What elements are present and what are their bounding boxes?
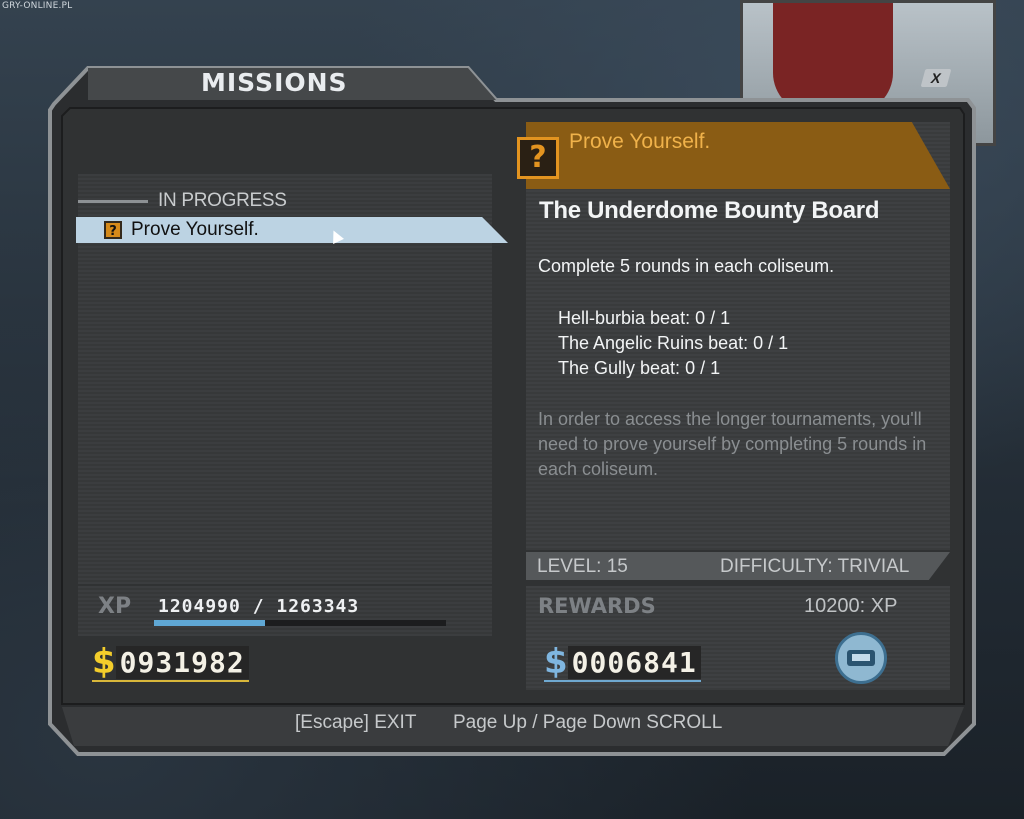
xp-separator: / xyxy=(240,596,277,617)
xp-label: XP xyxy=(98,594,132,619)
xp-progress-fill xyxy=(154,620,265,626)
mission-level: LEVEL: 15 xyxy=(537,556,628,577)
missions-window: MISSIONS X IN PROGRESS ? Prove Yourself.… xyxy=(48,64,976,760)
mission-task: The Angelic Ruins beat: 0 / 1 xyxy=(558,333,789,353)
mission-difficulty: DIFFICULTY: TRIVIAL xyxy=(720,556,910,577)
escape-exit-hint[interactable]: [Escape] EXIT xyxy=(295,712,416,734)
watermark: GRY-ONLINE.PL xyxy=(2,1,73,11)
scroll-hint: Page Up / Page Down SCROLL xyxy=(453,712,723,733)
mission-task: Hell-burbia beat: 0 / 1 xyxy=(558,308,731,328)
reward-money: $ 0006841 xyxy=(544,642,701,682)
reward-money-value: 0006841 xyxy=(567,645,701,679)
mission-title: Prove Yourself. xyxy=(569,130,711,153)
mission-question-icon: ? xyxy=(517,137,559,179)
xp-current: 1204990 xyxy=(158,596,241,617)
player-money-value: 0931982 xyxy=(115,645,249,679)
reward-xp: 10200: XP xyxy=(804,595,898,617)
window-title: MISSIONS xyxy=(201,68,348,97)
mission-task-list: Hell-burbia beat: 0 / 1 The Angelic Ruin… xyxy=(558,306,788,381)
player-money: $ 0931982 xyxy=(92,642,249,682)
dollar-icon: $ xyxy=(544,642,568,682)
mission-list-item[interactable]: ? Prove Yourself. xyxy=(76,217,508,243)
mission-giver: The Underdome Bounty Board xyxy=(539,197,880,224)
mission-objective: Complete 5 rounds in each coliseum. xyxy=(538,256,835,276)
mission-list-item-label: Prove Yourself. xyxy=(131,219,259,240)
in-progress-label: IN PROGRESS xyxy=(158,190,287,211)
xp-next: 1263343 xyxy=(276,596,360,617)
mission-question-icon: ? xyxy=(104,221,122,239)
mission-task: The Gully beat: 0 / 1 xyxy=(558,358,721,378)
close-button[interactable]: X xyxy=(920,69,952,87)
xp-values: 1204990 / 1263343 xyxy=(158,596,359,617)
dollar-icon: $ xyxy=(92,642,116,682)
mission-description: In order to access the longer tournament… xyxy=(538,409,927,479)
header-divider xyxy=(78,199,148,203)
in-progress-header: IN PROGRESS xyxy=(78,190,287,212)
xp-progress-bar xyxy=(154,620,446,626)
rewards-label: REWARDS xyxy=(538,594,656,618)
reward-item-icon xyxy=(835,632,887,684)
